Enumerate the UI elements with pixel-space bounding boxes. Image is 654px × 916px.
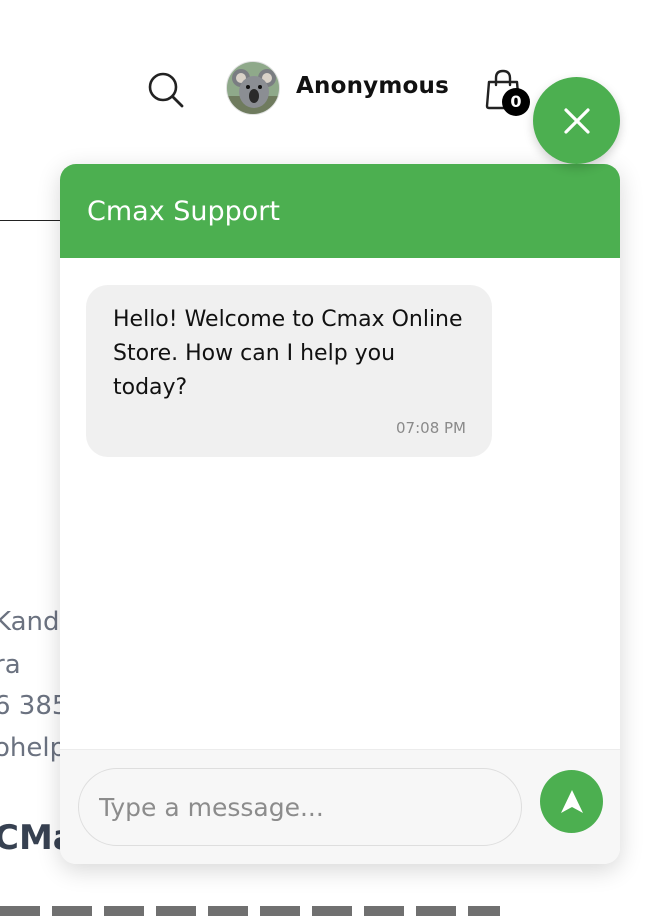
background-text-fragment <box>0 906 500 916</box>
close-icon <box>563 107 590 134</box>
background-text: 6 385 <box>0 691 69 721</box>
background-text: Kand <box>0 607 60 637</box>
message-input[interactable] <box>78 768 522 846</box>
message-bubble: Hello! Welcome to Cmax Online Store. How… <box>86 285 492 457</box>
send-button[interactable] <box>540 770 603 833</box>
chat-window: Cmax Support Hello! Welcome to Cmax Onli… <box>60 164 620 864</box>
page: Anonymous 0 Kand ra 6 385 ohelp CMa Cmax… <box>0 0 654 916</box>
search-icon[interactable] <box>146 70 186 110</box>
chat-messages: Hello! Welcome to Cmax Online Store. How… <box>60 258 620 749</box>
cart-count-badge: 0 <box>502 88 530 116</box>
avatar[interactable] <box>226 61 280 115</box>
background-text: ra <box>0 650 21 680</box>
chat-footer <box>60 749 620 864</box>
background-text: ohelp <box>0 733 67 763</box>
chat-title: Cmax Support <box>87 195 280 227</box>
send-icon <box>560 789 583 813</box>
message-timestamp: 07:08 PM <box>396 419 466 437</box>
message-text: Hello! Welcome to Cmax Online Store. How… <box>113 307 463 400</box>
close-chat-button[interactable] <box>533 77 620 164</box>
user-name[interactable]: Anonymous <box>296 73 449 99</box>
divider <box>0 220 66 221</box>
chat-header: Cmax Support <box>60 164 620 258</box>
